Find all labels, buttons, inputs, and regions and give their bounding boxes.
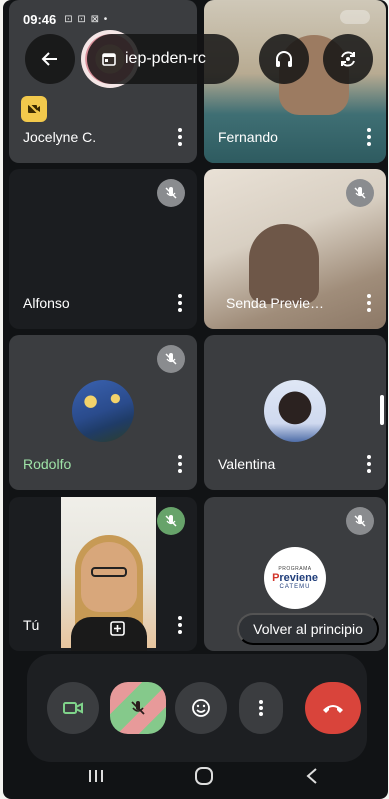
more-options-button[interactable] (360, 125, 378, 149)
status-bar: 09:46 ⊡ ⊡ ⊠ • (23, 10, 108, 28)
mic-off-icon (157, 179, 185, 207)
avatar (264, 380, 326, 442)
arrow-left-icon (41, 52, 57, 66)
meeting-code: iep-pden-rc (125, 50, 206, 67)
home-button[interactable] (191, 766, 217, 786)
status-time: 09:46 (23, 11, 57, 27)
camera-toggle-button[interactable] (47, 682, 99, 734)
hang-up-icon (323, 705, 343, 713)
participant-name: Rodolfo (23, 456, 72, 472)
scrollbar[interactable] (380, 395, 384, 425)
camera-off-icon (21, 96, 47, 122)
more-options-button[interactable] (360, 452, 378, 476)
emoji-icon (192, 699, 210, 717)
participant-tile-self[interactable]: Tú (9, 497, 197, 651)
reactions-button[interactable] (175, 682, 227, 734)
more-options-button[interactable] (171, 125, 189, 149)
mic-off-icon (157, 345, 185, 373)
participant-tile-rodolfo[interactable]: Rodolfo (9, 335, 197, 490)
more-options-button[interactable] (171, 613, 189, 637)
mic-active-icon (157, 507, 185, 535)
recent-apps-button[interactable] (83, 766, 109, 786)
participant-tile-valentina[interactable]: Valentina (204, 335, 386, 490)
back-button[interactable] (25, 34, 75, 84)
chevron-left-icon (306, 768, 317, 784)
nav-back-button[interactable] (299, 766, 325, 786)
battery-icon (340, 10, 370, 24)
participant-name: Valentina (218, 456, 276, 472)
more-options-button[interactable] (171, 452, 189, 476)
mic-off-icon (346, 507, 374, 535)
share-content-icon[interactable] (107, 617, 129, 639)
avatar (72, 380, 134, 442)
mic-off-icon (346, 179, 374, 207)
more-options-button[interactable] (171, 291, 189, 315)
more-call-options-button[interactable] (239, 682, 283, 734)
status-icons: ⊡ ⊡ ⊠ • (64, 13, 109, 25)
mic-off-icon (131, 701, 145, 715)
back-to-top-button[interactable]: Volver al principio (237, 613, 379, 645)
meeting-info-button[interactable]: iep-pden-rc (87, 34, 239, 84)
participant-video-person (249, 224, 319, 304)
participant-name: Senda Previe… (226, 295, 325, 311)
participant-name: Tú (23, 617, 40, 633)
switch-camera-icon (341, 51, 355, 67)
participant-name: Jocelyne C. (23, 129, 97, 145)
participant-name: Alfonso (23, 295, 70, 311)
switch-camera-button[interactable] (323, 34, 373, 84)
video-camera-icon (63, 702, 83, 714)
microphone-toggle-button[interactable] (110, 682, 166, 734)
participant-name: Fernando (218, 129, 278, 145)
participant-logo: PROGRAMA Previene CATEMU (264, 547, 326, 609)
more-vert-icon (259, 700, 263, 716)
calendar-icon (102, 53, 116, 66)
participant-tile-senda[interactable]: Senda Previe… (204, 169, 386, 329)
recent-apps-icon (89, 770, 103, 782)
more-options-button[interactable] (360, 291, 378, 315)
phone-screen: 09:46 ⊡ ⊡ ⊠ • Jocelyne C. Fernando Alfon… (3, 0, 388, 799)
end-call-button[interactable] (305, 682, 361, 734)
home-icon (195, 767, 213, 785)
audio-output-button[interactable] (259, 34, 309, 84)
headphones-icon (276, 51, 292, 67)
participant-tile-alfonso[interactable]: Alfonso (9, 169, 197, 329)
